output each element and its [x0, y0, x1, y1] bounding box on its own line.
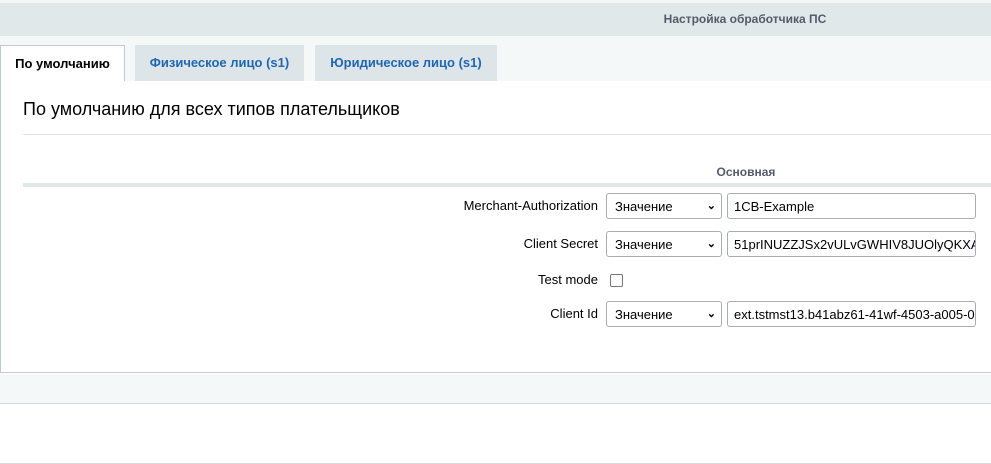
tab-default[interactable]: По умолчанию — [0, 45, 125, 82]
panel-title: По умолчанию для всех типов плательщиков — [23, 99, 400, 119]
field-label: Test mode — [538, 272, 598, 287]
client-secret-input[interactable]: 51prINUZZJSx2vULvGWHIV8JUOlyQKXA — [727, 231, 976, 257]
chevron-down-icon: ⌄ — [706, 200, 716, 212]
type-select[interactable]: Значение ⌄ — [606, 193, 722, 219]
field-label: Client Secret — [523, 236, 598, 251]
field-client-secret: Client Secret Значение ⌄ 51prINUZZJSx2vUL… — [1, 231, 991, 257]
field-merchant-authorization: Merchant-Authorization Значение ⌄ 1CB-Exa… — [1, 193, 991, 219]
tab-individual[interactable]: Физическое лицо (s1) — [135, 45, 304, 81]
type-select[interactable]: Значение ⌄ — [606, 301, 722, 327]
merchant-authorization-input[interactable]: 1CB-Example — [727, 193, 976, 219]
header-bar: Настройка обработчика ПС — [0, 3, 991, 36]
footer-bar — [0, 374, 991, 404]
chevron-down-icon: ⌄ — [706, 238, 716, 250]
select-value: Значение — [615, 237, 673, 252]
settings-panel: По умолчанию для всех типов плательщиков… — [0, 81, 991, 373]
section-divider — [23, 183, 991, 187]
field-label: Client Id — [550, 306, 598, 321]
page-title: Настройка обработчика ПС — [663, 12, 827, 26]
tab-legal-entity[interactable]: Юридическое лицо (s1) — [315, 45, 497, 81]
field-label: Merchant-Authorization — [463, 198, 598, 213]
select-value: Значение — [615, 199, 673, 214]
client-id-input[interactable]: ext.tstmst13.b41abz61-41wf-4503-a005-0 — [727, 301, 976, 327]
section-heading: Основная — [716, 165, 776, 179]
tab-bar: По умолчанию Физическое лицо (s1) Юридич… — [0, 36, 991, 82]
select-value: Значение — [615, 307, 673, 322]
field-test-mode: Test mode — [1, 267, 991, 293]
chevron-down-icon: ⌄ — [706, 308, 716, 320]
type-select[interactable]: Значение ⌄ — [606, 231, 722, 257]
test-mode-checkbox[interactable] — [610, 274, 623, 287]
field-client-id: Client Id Значение ⌄ ext.tstmst13.b41abz6… — [1, 301, 991, 327]
divider — [23, 134, 991, 135]
